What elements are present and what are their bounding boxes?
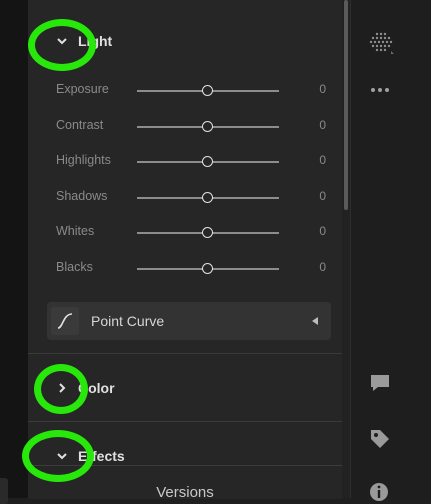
slider-row-shadows[interactable]: Shadows 0 <box>28 183 342 213</box>
caret-left-icon[interactable] <box>311 316 319 326</box>
tag-icon[interactable] <box>368 427 392 451</box>
slider-thumb[interactable] <box>202 227 213 238</box>
section-divider <box>28 353 342 354</box>
slider-label: Blacks <box>56 260 93 274</box>
slider-row-contrast[interactable]: Contrast 0 <box>28 112 342 142</box>
info-icon[interactable] <box>369 482 389 502</box>
slider-label: Shadows <box>56 189 108 203</box>
slider-thumb[interactable] <box>202 121 213 132</box>
collapsed-panel-handle[interactable] <box>0 478 8 504</box>
slider-value[interactable]: 0 <box>312 189 326 203</box>
slider-row-blacks[interactable]: Blacks 0 <box>28 254 342 284</box>
curve-icon <box>51 307 79 335</box>
left-edge-strip <box>0 0 28 504</box>
slider-value[interactable]: 0 <box>312 153 326 167</box>
point-curve-button[interactable]: Point Curve <box>47 302 331 340</box>
slider-row-highlights[interactable]: Highlights 0 <box>28 147 342 177</box>
slider-value[interactable]: 0 <box>312 260 326 274</box>
highlight-circle-light <box>28 19 96 71</box>
slider-label: Exposure <box>56 82 109 96</box>
right-toolbar <box>350 0 431 498</box>
presets-dots-icon[interactable] <box>367 29 395 57</box>
slider-row-exposure[interactable]: Exposure 0 <box>28 76 342 106</box>
edit-panel <box>28 0 342 498</box>
section-divider <box>28 421 342 422</box>
scrollbar-thumb[interactable] <box>344 0 348 210</box>
more-icon[interactable] <box>370 86 390 94</box>
slider-thumb[interactable] <box>202 192 213 203</box>
slider-value[interactable]: 0 <box>312 118 326 132</box>
highlight-circle-effects <box>22 430 94 482</box>
slider-thumb[interactable] <box>202 263 213 274</box>
slider-thumb[interactable] <box>202 85 213 96</box>
slider-label: Contrast <box>56 118 104 132</box>
comment-icon[interactable] <box>369 372 391 394</box>
slider-label: Whites <box>56 224 95 238</box>
point-curve-label: Point Curve <box>91 313 165 329</box>
slider-label: Highlights <box>56 153 111 167</box>
versions-label: Versions <box>156 484 214 501</box>
highlight-circle-color <box>34 364 88 414</box>
slider-value[interactable]: 0 <box>312 224 326 238</box>
slider-row-whites[interactable]: Whites 0 <box>28 218 342 248</box>
slider-value[interactable]: 0 <box>312 82 326 96</box>
slider-thumb[interactable] <box>202 156 213 167</box>
